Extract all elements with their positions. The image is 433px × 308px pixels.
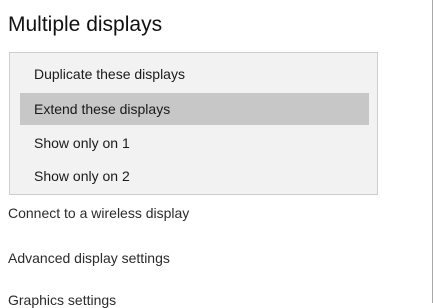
option-show-only-on-2[interactable]: Show only on 2 [20, 160, 369, 192]
connect-wireless-display-link[interactable]: Connect to a wireless display [8, 205, 189, 221]
option-duplicate-displays[interactable]: Duplicate these displays [20, 58, 369, 90]
option-extend-displays[interactable]: Extend these displays [20, 93, 369, 125]
multiple-displays-dropdown-list[interactable]: Duplicate these displays Extend these di… [9, 52, 378, 195]
option-show-only-on-1[interactable]: Show only on 1 [20, 127, 369, 159]
graphics-settings-link[interactable]: Graphics settings [8, 292, 116, 308]
advanced-display-settings-link[interactable]: Advanced display settings [8, 250, 170, 266]
multiple-displays-heading: Multiple displays [8, 13, 163, 36]
